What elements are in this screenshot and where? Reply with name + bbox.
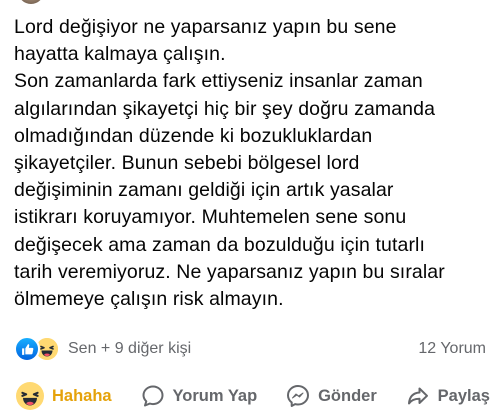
reaction-icons[interactable]: Sen + 9 diğer kişi [14, 336, 191, 362]
reactor-names: Sen + 9 diğer kişi [68, 340, 192, 357]
avatar[interactable] [18, 0, 44, 4]
share-label: Paylaş [437, 386, 490, 405]
reactions-summary-row: Sen + 9 diğer kişi 12 Yorum [14, 335, 486, 363]
comment-count[interactable]: 12 Yorum [418, 340, 486, 358]
comment-button[interactable]: Yorum Yap [135, 380, 264, 412]
like-reaction-icon [14, 336, 40, 362]
share-icon [406, 384, 430, 408]
haha-label: Hahaha [52, 386, 112, 405]
send-label: Gönder [318, 386, 377, 405]
comment-label: Yorum Yap [172, 386, 258, 405]
post-text: Lord değişiyor ne yaparsanız yapın bu se… [14, 16, 445, 311]
comment-icon [141, 384, 165, 408]
share-button[interactable]: Paylaş [400, 380, 496, 412]
messenger-icon [286, 384, 310, 408]
send-button[interactable]: Gönder [280, 380, 383, 412]
post-actions-bar: Hahaha Yorum Yap Gönder Paylaş [10, 378, 496, 414]
haha-button[interactable]: Hahaha [10, 378, 118, 414]
haha-icon [16, 382, 44, 410]
